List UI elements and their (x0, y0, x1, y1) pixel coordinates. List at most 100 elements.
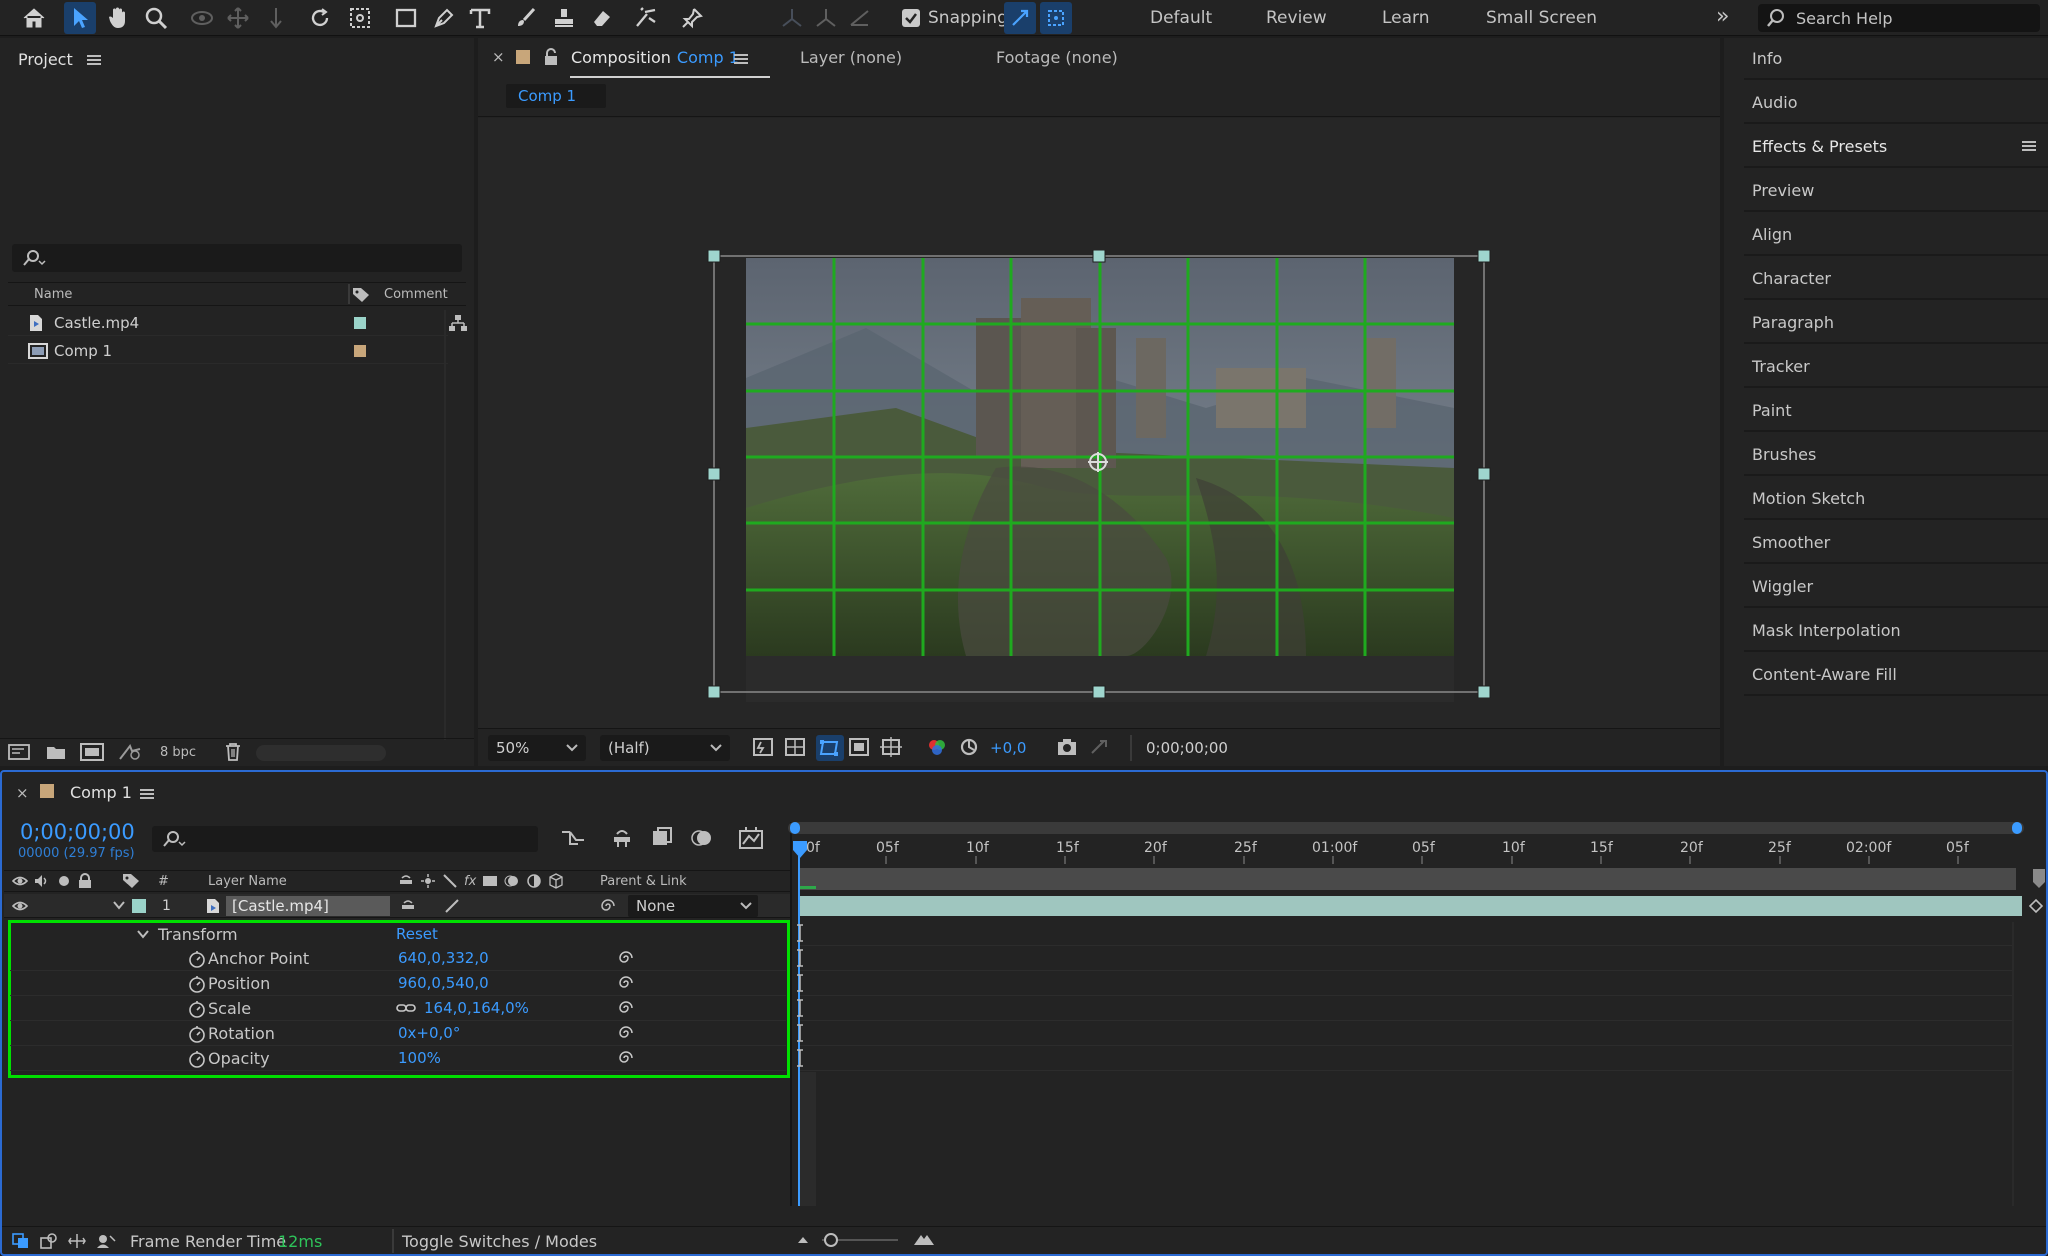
panel-brushes[interactable]: Brushes (1744, 434, 2048, 476)
snapping-toggle[interactable]: Snapping (902, 8, 1008, 28)
rectangle-tool-icon[interactable] (390, 2, 422, 34)
roto-brush-icon[interactable] (630, 2, 662, 34)
label-color-swatch[interactable] (354, 345, 366, 357)
layer-switches-toggle-icon[interactable] (12, 1233, 30, 1249)
project-item-comp1[interactable]: Comp 1 (8, 338, 448, 364)
chevron-down-icon[interactable] (112, 899, 126, 911)
bit-depth-label[interactable]: 8 bpc (160, 745, 196, 760)
transform-group-row[interactable]: Transform Reset (10, 922, 786, 946)
workspace-overflow-icon[interactable]: » (1716, 4, 1729, 29)
close-icon[interactable]: × (16, 784, 29, 802)
rotation-tool-icon[interactable] (304, 2, 336, 34)
stopwatch-icon[interactable] (188, 1000, 206, 1018)
expression-pickwhip-icon[interactable] (618, 1050, 634, 1066)
timeline-scrollbar[interactable] (2012, 922, 2014, 1206)
interpret-footage-icon[interactable] (8, 743, 30, 761)
comp-breadcrumb[interactable]: Comp 1 (506, 84, 606, 108)
label-color-swatch[interactable] (354, 317, 366, 329)
property-value[interactable]: 164,0,164,0% (424, 999, 529, 1017)
viewer-timecode[interactable]: 0;00;00;00 (1146, 739, 1228, 757)
comp-marker-bin-icon[interactable] (2032, 868, 2046, 890)
time-ruler[interactable]: 0f 05f 10f 15f 20f 25f 01:00f 05f 10f 15… (792, 836, 2024, 864)
property-value[interactable]: 100% (398, 1049, 441, 1067)
snapping-checkbox[interactable] (902, 9, 920, 27)
panel-wiggler[interactable]: Wiggler (1744, 566, 2048, 608)
property-value[interactable]: 960,0,540,0 (398, 974, 489, 992)
chevron-down-icon[interactable] (136, 928, 150, 940)
expression-pickwhip-icon[interactable] (618, 950, 634, 966)
layer-bounding-box[interactable] (704, 250, 1494, 698)
column-layer-name[interactable]: Layer Name (208, 874, 287, 889)
eraser-tool-icon[interactable] (586, 2, 618, 34)
tab-composition[interactable]: Composition Comp 1 (571, 48, 739, 67)
puppet-pin-icon[interactable] (676, 2, 708, 34)
stopwatch-icon[interactable] (188, 950, 206, 968)
label-tag-icon[interactable] (352, 287, 370, 303)
home-icon[interactable] (18, 2, 50, 34)
snapshot-camera-icon[interactable] (1056, 737, 1078, 757)
anchor-tool-icon[interactable] (344, 2, 376, 34)
workspace-learn[interactable]: Learn (1382, 8, 1430, 28)
in-out-stretch-icon[interactable] (68, 1233, 86, 1249)
show-snapshot-icon[interactable] (1088, 737, 1110, 757)
composition-canvas[interactable] (478, 118, 1720, 766)
panel-smoother[interactable]: Smoother (1744, 522, 2048, 564)
timeline-comp-tab[interactable]: Comp 1 (70, 783, 132, 802)
eye-icon[interactable] (12, 899, 28, 913)
toggle-switches-modes-button[interactable]: Toggle Switches / Modes (402, 1232, 597, 1251)
dolly-camera-icon[interactable] (260, 2, 292, 34)
axis-local-icon[interactable] (776, 2, 808, 34)
panel-tracker[interactable]: Tracker (1744, 346, 2048, 388)
motion-blur-icon[interactable] (690, 826, 714, 850)
fast-previews-icon[interactable] (752, 737, 774, 757)
flowchart-icon[interactable] (448, 314, 468, 332)
layer-name-field[interactable]: [Castle.mp4] (226, 896, 390, 916)
brush-tool-icon[interactable] (510, 2, 542, 34)
stopwatch-icon[interactable] (188, 975, 206, 993)
property-value[interactable]: 640,0,332,0 (398, 949, 489, 967)
search-help-field[interactable]: Search Help (1758, 4, 2040, 32)
frame-blending-icon[interactable] (650, 826, 674, 850)
expression-pickwhip-icon[interactable] (618, 975, 634, 991)
lock-icon[interactable] (78, 873, 92, 889)
quality-switch-icon[interactable] (444, 898, 460, 914)
graph-editor-icon[interactable] (738, 826, 764, 850)
new-composition-icon[interactable] (80, 743, 104, 761)
snap-edges-icon[interactable] (1004, 2, 1036, 34)
mask-visibility-icon[interactable] (816, 735, 844, 761)
project-scrollbar[interactable] (444, 310, 446, 740)
transfer-controls-icon[interactable] (40, 1233, 58, 1249)
pen-tool-icon[interactable] (428, 2, 460, 34)
panel-mask-interpolation[interactable]: Mask Interpolation (1744, 610, 2048, 652)
zoom-tool-icon[interactable] (140, 2, 172, 34)
expression-pickwhip-icon[interactable] (618, 1025, 634, 1041)
work-area-bar[interactable] (788, 822, 2024, 834)
workspace-default[interactable]: Default (1150, 8, 1212, 28)
work-area-start-handle[interactable] (790, 822, 800, 834)
text-tool-icon[interactable] (464, 2, 496, 34)
panel-paint[interactable]: Paint (1744, 390, 2048, 432)
selection-tool-icon[interactable] (64, 2, 96, 34)
work-area-end-handle[interactable] (2012, 822, 2022, 834)
region-of-interest-icon[interactable] (848, 737, 870, 757)
reset-exposure-icon[interactable] (958, 737, 980, 757)
playhead-handle[interactable] (792, 840, 808, 860)
close-icon[interactable]: × (492, 48, 505, 66)
tab-layer[interactable]: Layer (none) (800, 48, 902, 67)
snap-features-icon[interactable] (1040, 2, 1072, 34)
axis-view-icon[interactable] (844, 2, 876, 34)
constrain-proportions-link-icon[interactable] (396, 1001, 416, 1015)
eye-icon[interactable] (12, 874, 28, 888)
project-search-input[interactable] (12, 244, 462, 272)
panel-effects-presets[interactable]: Effects & Presets (1744, 126, 2048, 168)
expression-pickwhip-icon[interactable] (618, 1000, 634, 1016)
exposure-value[interactable]: +0,0 (990, 739, 1026, 757)
stopwatch-icon[interactable] (188, 1025, 206, 1043)
zoom-dropdown[interactable]: 50% (488, 735, 586, 761)
pan-camera-icon[interactable] (222, 2, 254, 34)
panel-info[interactable]: Info (1744, 38, 2048, 80)
axis-world-icon[interactable] (810, 2, 842, 34)
zoom-in-icon[interactable] (912, 1231, 936, 1247)
resolution-dropdown[interactable]: (Half) (600, 735, 730, 761)
shy-switch-icon[interactable] (400, 898, 416, 914)
